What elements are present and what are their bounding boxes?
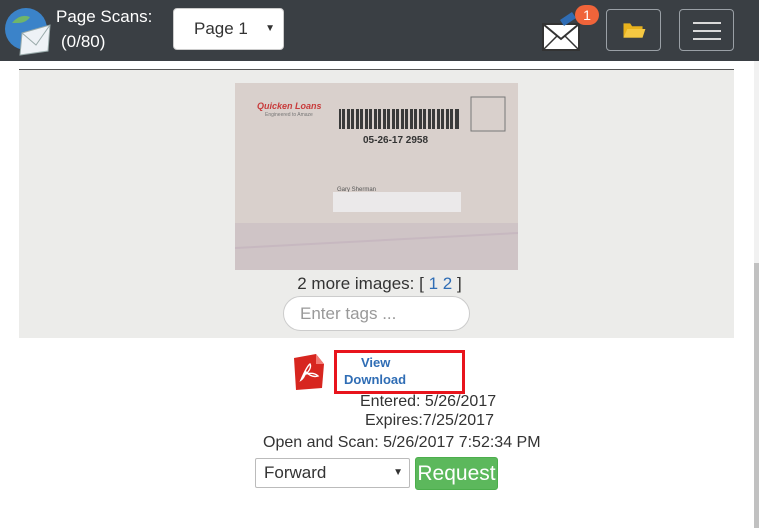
page-scans-title: Page Scans: — [56, 7, 153, 26]
hamburger-icon — [693, 22, 721, 24]
image-link-1[interactable]: 1 — [429, 274, 438, 293]
page: Page Scans: (0/80) Page 1 ▼ 1 Quicken Lo… — [0, 0, 759, 528]
scan-brand-text: Quicken Loans — [257, 101, 322, 111]
page-select-value: Page 1 — [194, 19, 248, 38]
folder-button[interactable] — [606, 9, 661, 51]
page-select[interactable]: Page 1 ▼ — [173, 8, 284, 50]
request-button[interactable]: Request — [415, 457, 498, 490]
menu-button[interactable] — [679, 9, 734, 51]
more-images-label: 2 more images: [ — [297, 274, 424, 293]
more-images: 2 more images: [ 1 2 ] — [0, 274, 759, 294]
hamburger-icon-line — [693, 30, 721, 32]
page-scans-count: (0/80) — [61, 32, 106, 51]
scan-code-text: 05-26-17 2958 — [363, 135, 428, 146]
notification-badge: 1 — [575, 5, 599, 25]
scan-image[interactable]: Quicken Loans Engineered to Amaze 05-26-… — [235, 83, 518, 270]
entered-date: Entered: 5/26/2017 — [360, 393, 497, 410]
hamburger-icon-line — [693, 38, 721, 40]
tags-input[interactable] — [283, 296, 470, 331]
action-select-value: Forward — [264, 463, 327, 482]
chevron-down-icon: ▼ — [265, 23, 275, 34]
expires-date: Expires:7/25/2017 — [365, 412, 494, 429]
globe-envelope-icon[interactable] — [4, 5, 52, 57]
view-link[interactable]: View — [361, 355, 390, 370]
action-select[interactable]: Forward ▼ — [255, 458, 410, 488]
barcode — [339, 109, 459, 129]
open-and-scan-date: Open and Scan: 5/26/2017 7:52:34 PM — [263, 434, 541, 451]
pdf-icon[interactable] — [292, 354, 326, 390]
top-bar: Page Scans: (0/80) Page 1 ▼ 1 — [0, 0, 759, 61]
more-images-close: ] — [457, 274, 462, 293]
folder-icon — [623, 23, 646, 38]
image-link-2[interactable]: 2 — [443, 274, 452, 293]
scan-tagline-text: Engineered to Amaze — [265, 112, 313, 118]
chevron-down-icon: ▼ — [393, 467, 403, 478]
download-link[interactable]: Download — [344, 372, 406, 387]
scrollbar-thumb[interactable] — [754, 263, 759, 528]
